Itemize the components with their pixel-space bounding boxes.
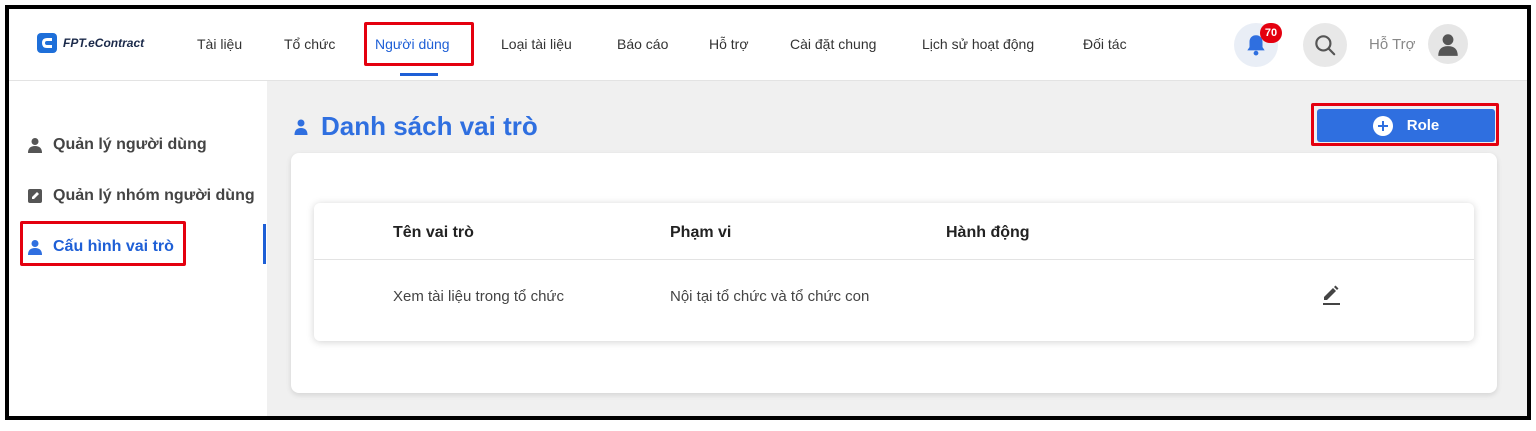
- add-role-button[interactable]: Role: [1317, 109, 1495, 142]
- notification-badge: 70: [1260, 23, 1282, 43]
- sidebar: Quản lý người dùng Quản lý nhóm người dù…: [9, 81, 267, 416]
- table-cell-role-name: Xem tài liệu trong tổ chức: [393, 288, 564, 305]
- pencil-icon: [1323, 285, 1340, 305]
- user-icon: [28, 138, 42, 153]
- logo-icon: [37, 33, 57, 53]
- nav-item-partners[interactable]: Đối tác: [1083, 36, 1127, 52]
- nav-item-activity-history[interactable]: Lịch sử hoạt động: [922, 36, 1034, 52]
- page-title: Danh sách vai trò: [293, 111, 538, 142]
- app-window: FPT.eContract Tài liệu Tổ chức Người dùn…: [5, 5, 1531, 420]
- active-sidebar-highlight: [20, 221, 186, 266]
- search-button[interactable]: [1303, 23, 1347, 67]
- avatar[interactable]: [1428, 24, 1468, 64]
- add-role-label: Role: [1406, 117, 1440, 134]
- sidebar-item-user-groups[interactable]: Quản lý nhóm người dùng: [27, 187, 255, 205]
- top-navbar: FPT.eContract Tài liệu Tổ chức Người dùn…: [9, 9, 1527, 81]
- nav-item-documents[interactable]: Tài liệu: [197, 36, 242, 52]
- sidebar-item-label: Quản lý người dùng: [53, 136, 207, 153]
- active-nav-highlight: [364, 22, 474, 66]
- table-cell-scope: Nội tại tổ chức và tổ chức con: [670, 288, 870, 305]
- user-icon: [294, 119, 308, 135]
- table-divider: [314, 259, 1474, 260]
- nav-item-organization[interactable]: Tổ chức: [284, 36, 335, 52]
- active-sidebar-indicator: [263, 224, 266, 264]
- sidebar-item-label: Quản lý nhóm người dùng: [53, 187, 255, 204]
- nav-item-general-settings[interactable]: Cài đặt chung: [790, 36, 876, 52]
- logo[interactable]: FPT.eContract: [37, 33, 144, 53]
- sidebar-item-user-management[interactable]: Quản lý người dùng: [27, 136, 207, 154]
- active-nav-underline: [400, 73, 438, 76]
- search-icon: [1315, 35, 1336, 56]
- column-header-action: Hành động: [946, 224, 1030, 241]
- column-header-scope: Phạm vi: [670, 224, 732, 241]
- main-content: Danh sách vai trò Role Tên vai trò Phạm …: [267, 81, 1527, 416]
- edit-role-button[interactable]: [1319, 283, 1343, 307]
- column-header-role-name: Tên vai trò: [393, 224, 474, 241]
- user-name-label[interactable]: Hỗ Trợ: [1369, 36, 1416, 53]
- user-avatar-icon: [1438, 34, 1458, 56]
- logo-text: FPT.eContract: [63, 36, 145, 50]
- nav-item-document-types[interactable]: Loại tài liệu: [501, 36, 572, 52]
- nav-item-reports[interactable]: Báo cáo: [617, 36, 668, 52]
- roles-card: Tên vai trò Phạm vi Hành động Xem tài li…: [291, 153, 1497, 393]
- plus-circle-icon: [1372, 115, 1393, 136]
- nav-item-support[interactable]: Hỗ trợ: [709, 36, 749, 52]
- edit-document-icon: [28, 189, 42, 203]
- roles-table: Tên vai trò Phạm vi Hành động Xem tài li…: [314, 203, 1474, 341]
- page-title-text: Danh sách vai trò: [321, 111, 538, 141]
